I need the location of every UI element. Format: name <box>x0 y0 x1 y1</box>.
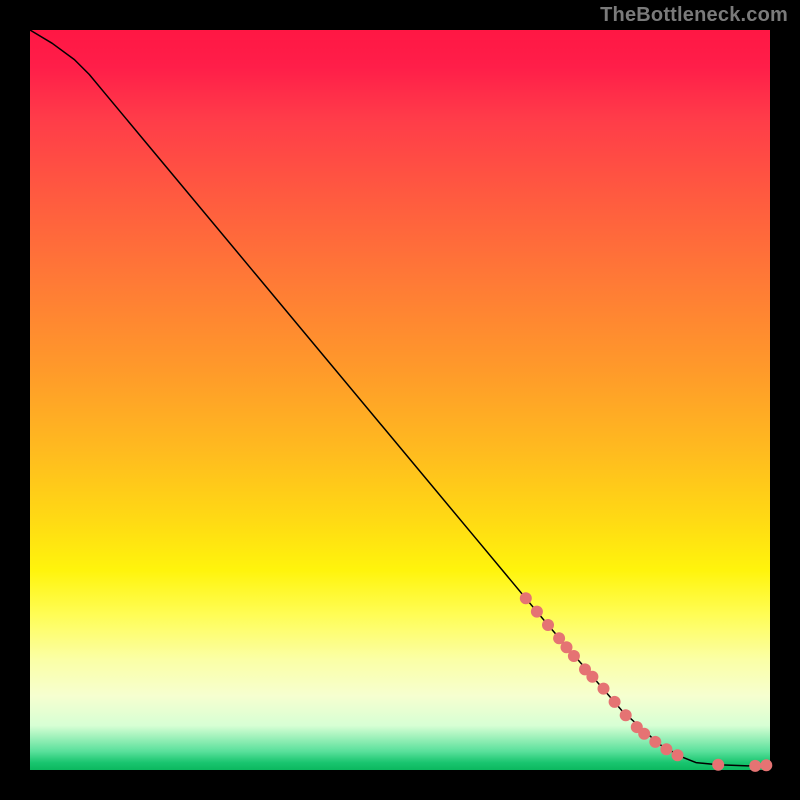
plot-area <box>30 30 770 770</box>
chart-stage: TheBottleneck.com <box>0 0 800 800</box>
data-point <box>586 671 598 683</box>
data-point <box>609 696 621 708</box>
data-point <box>712 759 724 771</box>
data-point <box>568 650 580 662</box>
data-point <box>520 592 532 604</box>
sample-points <box>520 592 773 772</box>
data-point <box>672 749 684 761</box>
data-point <box>749 760 761 772</box>
data-point <box>649 736 661 748</box>
data-point <box>760 759 772 771</box>
chart-overlay <box>30 30 770 770</box>
bottleneck-curve <box>30 30 770 766</box>
data-point <box>598 683 610 695</box>
data-point <box>638 728 650 740</box>
data-point <box>660 743 672 755</box>
attribution-label: TheBottleneck.com <box>600 4 788 27</box>
data-point <box>531 606 543 618</box>
data-point <box>620 709 632 721</box>
data-point <box>542 619 554 631</box>
